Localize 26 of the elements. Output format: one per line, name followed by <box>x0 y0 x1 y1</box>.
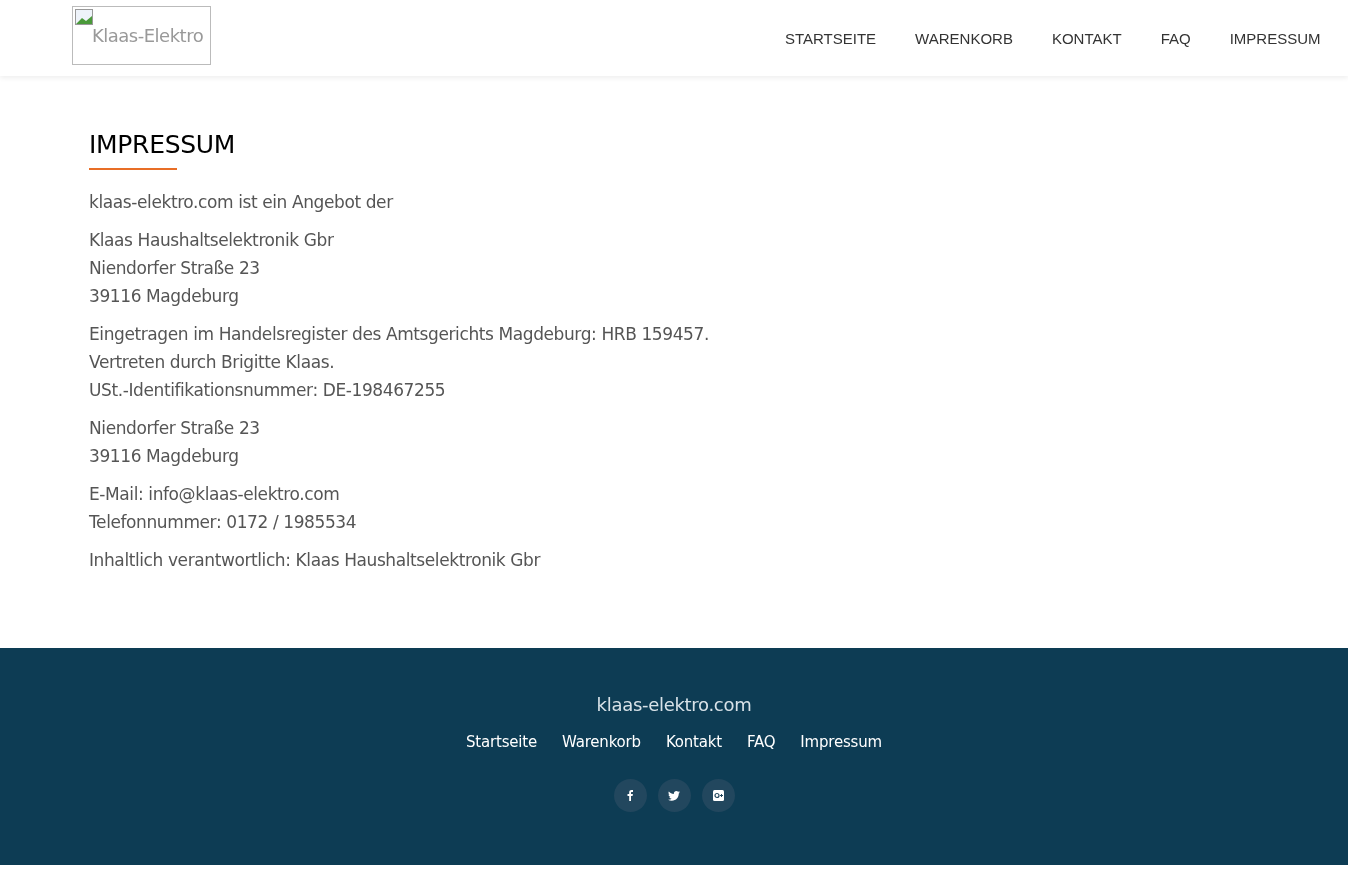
paragraph: klaas-elektro.com ist ein Angebot der <box>89 191 395 214</box>
footer-link[interactable]: Startseite <box>466 733 537 751</box>
google-plus-button[interactable] <box>701 779 735 812</box>
google-plus-icon <box>712 790 724 801</box>
nav-link[interactable]: FAQ <box>1141 29 1211 47</box>
paragraph: Inhaltlich verantwortlich: Klaas Haushaltselektronik Gbr <box>89 549 542 572</box>
facebook-button[interactable] <box>613 779 647 812</box>
nav-link[interactable]: WARENKORB <box>895 29 1033 47</box>
footer-link[interactable]: FAQ <box>746 733 776 751</box>
paragraph: Klaas Haushaltselektronik Gbr Niendorfer Straße 23 39116 Magdeburg <box>89 229 335 308</box>
paragraph: Eingetragen im Handelsregister des Amtsgerichts Magdeburg: HRB 159457. Vertreten durch Brigitte Klaas. USt.-Identifikationsnummer: DE-198467255 <box>89 323 710 402</box>
page-title: IMPRESSUM <box>89 130 237 159</box>
footer-link[interactable]: Kontakt <box>665 733 722 751</box>
paragraph: E-Mail: info@klaas-elektro.com Telefonnummer: 0172 / 1985534 <box>89 483 358 534</box>
broken-image-icon <box>75 8 93 25</box>
footer-link[interactable]: Warenkorb <box>562 733 641 751</box>
facebook-icon <box>627 790 633 801</box>
twitter-button[interactable] <box>657 779 691 812</box>
bird-icon <box>668 790 680 801</box>
footer-link[interactable]: Impressum <box>800 733 882 751</box>
footer-site-name: klaas-elektro.com <box>596 694 752 715</box>
paragraph: Niendorfer Straße 23 39116 Magdeburg <box>89 417 261 468</box>
nav-link[interactable]: STARTSEITE <box>765 29 896 47</box>
nav-link[interactable]: KONTAKT <box>1032 29 1142 47</box>
nav-link[interactable]: IMPRESSUM <box>1210 29 1340 47</box>
logo-alt-text: Klaas-Elektro <box>92 24 204 46</box>
